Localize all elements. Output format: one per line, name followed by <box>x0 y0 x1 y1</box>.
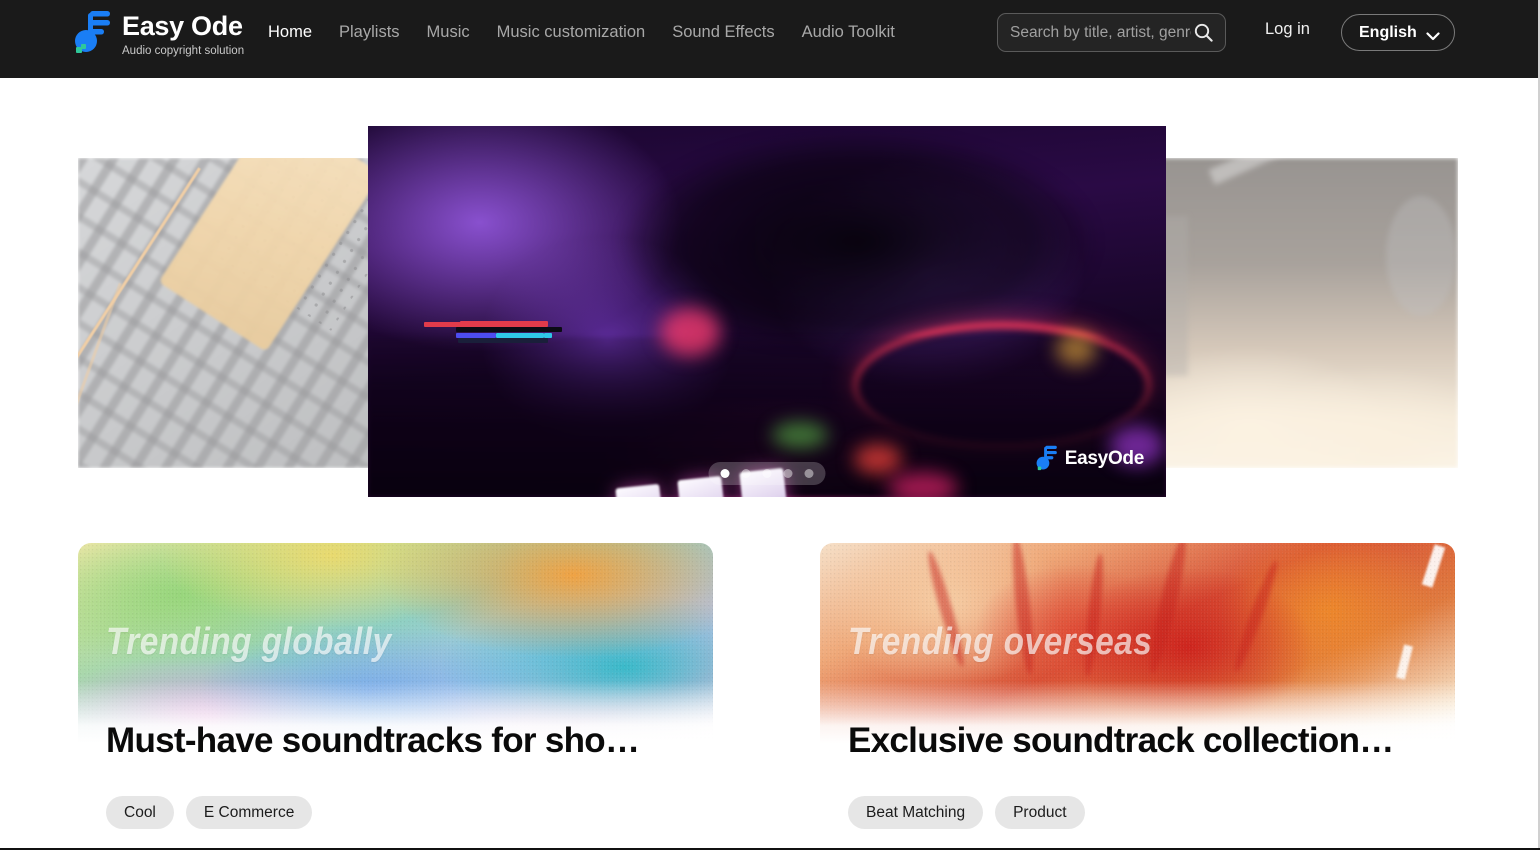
card-overlay-label: Trending globally <box>106 621 392 663</box>
card-image: Trending globally <box>78 543 713 743</box>
page-root: Easy Ode Audio copyright solution Home P… <box>0 0 1540 850</box>
hero-carousel: EasyOde <box>0 126 1540 501</box>
brand-logo[interactable]: Easy Ode Audio copyright solution <box>74 8 244 58</box>
nav-item-music[interactable]: Music <box>427 20 470 44</box>
card-overlay-label: Trending overseas <box>848 621 1153 663</box>
nav-item-playlists[interactable]: Playlists <box>339 20 400 44</box>
card-tag-list: Beat Matching Product <box>848 796 1085 829</box>
nav-item-sound-effects[interactable]: Sound Effects <box>672 20 774 44</box>
featured-card-trending-globally[interactable]: Trending globally Must-have soundtracks … <box>78 543 713 850</box>
watermark-label: EasyOde <box>1064 447 1145 469</box>
slide-fade-overlay <box>1160 158 1458 468</box>
carousel-slide-next[interactable] <box>1160 158 1458 468</box>
carousel-dot-3[interactable] <box>762 469 772 478</box>
slide-fade-overlay <box>78 158 376 468</box>
chevron-down-icon <box>1426 28 1440 41</box>
slide-art-glow <box>772 422 828 448</box>
language-label: English <box>1359 23 1417 41</box>
card-tag[interactable]: Cool <box>106 796 174 829</box>
login-button[interactable]: Log in <box>1265 20 1310 39</box>
brand-tagline: Audio copyright solution <box>122 45 245 58</box>
featured-card-trending-overseas[interactable]: Trending overseas Exclusive soundtrack c… <box>820 543 1455 850</box>
language-selector[interactable]: English <box>1341 14 1455 51</box>
slide-art-glow <box>1056 332 1096 366</box>
card-title: Exclusive soundtrack collection… <box>848 721 1394 760</box>
carousel-dots <box>708 462 826 485</box>
main-navigation: Home Playlists Music Music customization… <box>268 20 895 44</box>
carousel-slide-previous[interactable] <box>78 158 376 468</box>
carousel-dot-5[interactable] <box>804 469 814 478</box>
carousel-slide-active[interactable]: EasyOde <box>368 126 1166 497</box>
carousel-dot-4[interactable] <box>783 469 793 478</box>
slide-art-glow <box>888 472 958 497</box>
card-tag-list: Cool E Commerce <box>106 796 313 829</box>
carousel-watermark: EasyOde <box>1036 444 1144 473</box>
slide-art-dj-hand <box>578 126 1138 346</box>
nav-item-audio-toolkit[interactable]: Audio Toolkit <box>802 20 895 44</box>
site-header: Easy Ode Audio copyright solution Home P… <box>0 0 1540 78</box>
music-note-icon <box>74 8 112 58</box>
featured-cards: Trending globally Must-have soundtracks … <box>0 543 1540 850</box>
carousel-dot-2[interactable] <box>741 469 751 478</box>
slide-art-glow <box>854 444 902 474</box>
card-tag[interactable]: E Commerce <box>185 796 313 829</box>
brand-name: Easy Ode <box>122 11 243 41</box>
nav-item-music-customization[interactable]: Music customization <box>497 20 646 44</box>
search-input[interactable] <box>1010 23 1191 42</box>
nav-item-home[interactable]: Home <box>268 20 312 44</box>
card-image: Trending overseas <box>820 543 1455 743</box>
music-note-icon <box>1036 444 1058 473</box>
carousel-dot-1[interactable] <box>720 469 730 478</box>
search-box[interactable] <box>997 13 1226 52</box>
card-tag[interactable]: Beat Matching <box>848 796 984 829</box>
slide-art-glow <box>660 308 720 356</box>
card-tag[interactable]: Product <box>995 796 1085 829</box>
card-title: Must-have soundtracks for sho… <box>106 721 640 760</box>
search-icon[interactable] <box>1193 23 1213 43</box>
